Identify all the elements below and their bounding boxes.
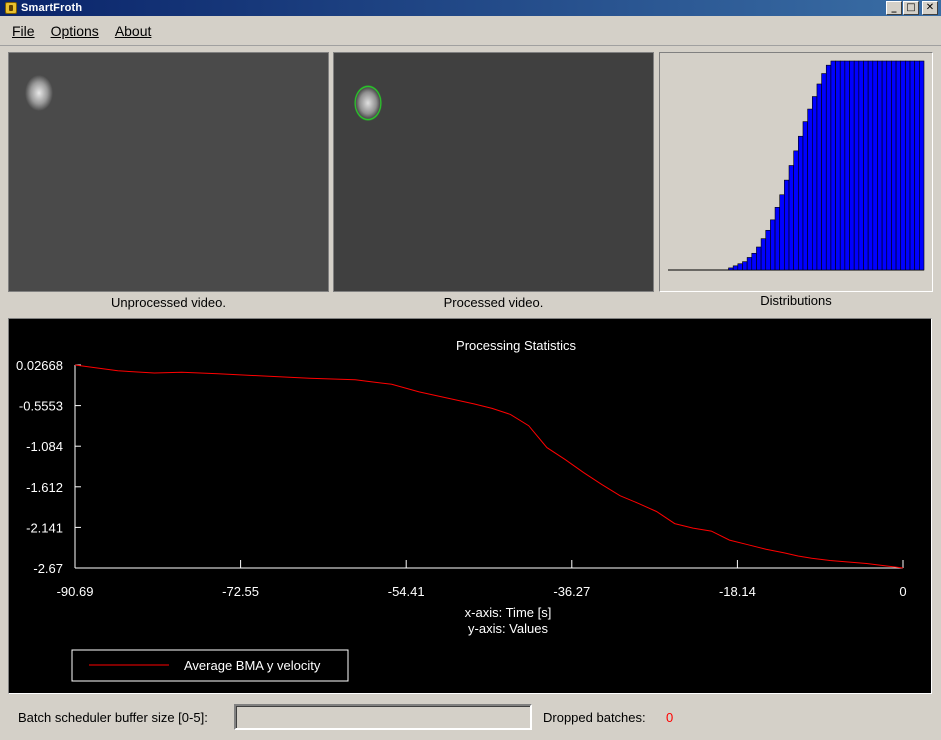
- distribution-bar: [802, 121, 808, 271]
- distribution-bar: [853, 60, 860, 271]
- x-tick-label: -36.27: [553, 584, 590, 599]
- x-tick-label: -90.69: [57, 584, 94, 599]
- processed-caption: Processed video.: [443, 295, 544, 310]
- menu-about[interactable]: About: [111, 23, 160, 39]
- distribution-bar: [909, 60, 915, 271]
- distribution-bar: [886, 60, 892, 271]
- distribution-bar: [891, 60, 897, 271]
- processing-statistics-panel: Processing Statistics 0.02668 -0.5553 -1.0…: [8, 318, 932, 694]
- buffer-size-label: Batch scheduler buffer size [0-5]:: [18, 710, 208, 725]
- distribution-bar: [788, 165, 794, 271]
- distribution-bar: [835, 60, 841, 271]
- distribution-bar: [877, 60, 883, 271]
- menu-about-label: About: [114, 23, 152, 39]
- window-controls: _ □ ✕: [886, 1, 938, 15]
- distribution-bar: [746, 257, 753, 271]
- distribution-bar: [811, 96, 818, 271]
- x-tick-label: -18.14: [719, 584, 756, 599]
- distribution-bar: [867, 60, 874, 271]
- y-tick-label: -0.5553: [19, 399, 63, 414]
- distribution-bar: [844, 60, 850, 271]
- distribution-bar: [830, 60, 836, 271]
- distribution-bar: [863, 60, 869, 271]
- distribution-bar: [779, 194, 785, 271]
- y-tick-label: -2.67: [33, 561, 63, 576]
- distribution-bar: [756, 246, 762, 271]
- distribution-bar: [914, 60, 920, 271]
- distribution-bar: [821, 73, 827, 271]
- y-tick-label: -1.612: [26, 480, 63, 495]
- menu-file[interactable]: File: [8, 23, 43, 39]
- distribution-bar: [737, 263, 743, 271]
- x-tick-label: -72.55: [222, 584, 259, 599]
- distribution-bar: [770, 219, 776, 271]
- maximize-button[interactable]: □: [903, 1, 919, 15]
- title-bar: SmartFroth _ □ ✕: [0, 0, 941, 16]
- series-line-average-bma-y-velocity: [74, 364, 904, 569]
- distribution-bar: [872, 60, 878, 271]
- distribution-bar: [839, 60, 846, 271]
- y-axis-label: y-axis: Values: [468, 621, 548, 636]
- distribution-bar: [858, 60, 864, 271]
- distribution-bar: [798, 135, 804, 271]
- processed-video: [333, 52, 654, 292]
- status-bar: Batch scheduler buffer size [0-5]: Dropp…: [0, 700, 941, 736]
- distribution-bar: [793, 150, 799, 271]
- x-tick-label: 0: [899, 584, 906, 599]
- distribution-bar: [881, 60, 888, 271]
- window-title: SmartFroth: [21, 2, 83, 14]
- distribution-bar: [825, 64, 832, 271]
- menu-file-label: File: [12, 23, 35, 39]
- distribution-bar: [900, 60, 906, 271]
- distribution-bar: [919, 60, 925, 271]
- distribution-bar: [732, 265, 739, 271]
- distribution-bar: [784, 179, 790, 271]
- distribution-bar: [751, 252, 757, 271]
- y-tick-label: 0.02668: [16, 358, 63, 373]
- processing-statistics-chart: Processing Statistics 0.02668 -0.5553 -1.0…: [16, 338, 907, 682]
- buffer-size-input[interactable]: [234, 704, 532, 730]
- unprocessed-video: [8, 52, 329, 292]
- menu-options-label: Options: [50, 23, 99, 39]
- x-axis-label: x-axis: Time [s]: [465, 605, 552, 620]
- distribution-bar: [905, 60, 911, 271]
- distributions-chart: [668, 60, 925, 271]
- distribution-bar: [807, 108, 813, 271]
- menu-bar: File Options About: [0, 17, 941, 46]
- close-button[interactable]: ✕: [922, 1, 938, 15]
- unprocessed-caption: Unprocessed video.: [111, 295, 226, 310]
- y-axis-ticks: 0.02668 -0.5553 -1.084 -1.612 -2.141 -2.67: [16, 358, 81, 576]
- distribution-bar: [895, 60, 902, 271]
- distributions-panel: [659, 52, 933, 292]
- distribution-bar: [765, 229, 771, 271]
- y-tick-label: -1.084: [26, 439, 63, 454]
- distribution-bar: [728, 267, 734, 271]
- distributions-caption: Distributions: [760, 293, 832, 308]
- dropped-batches-label: Dropped batches:: [543, 710, 646, 725]
- dropped-batches-value: 0: [666, 710, 674, 725]
- chart-title: Processing Statistics: [456, 338, 576, 353]
- x-tick-label: -54.41: [388, 584, 425, 599]
- y-tick-label: -2.141: [26, 520, 63, 535]
- distribution-bar: [760, 238, 767, 271]
- distribution-bar: [816, 83, 822, 271]
- distribution-bar: [742, 261, 748, 271]
- minimize-button[interactable]: _: [886, 1, 902, 15]
- menu-options[interactable]: Options: [47, 23, 107, 39]
- distribution-bar: [774, 207, 781, 271]
- legend-label: Average BMA y velocity: [184, 658, 321, 673]
- app-icon[interactable]: [5, 2, 17, 14]
- distribution-bar: [849, 60, 855, 271]
- x-axis-ticks: -90.69 -72.55 -54.41 -36.27 -18.14 0: [57, 560, 907, 599]
